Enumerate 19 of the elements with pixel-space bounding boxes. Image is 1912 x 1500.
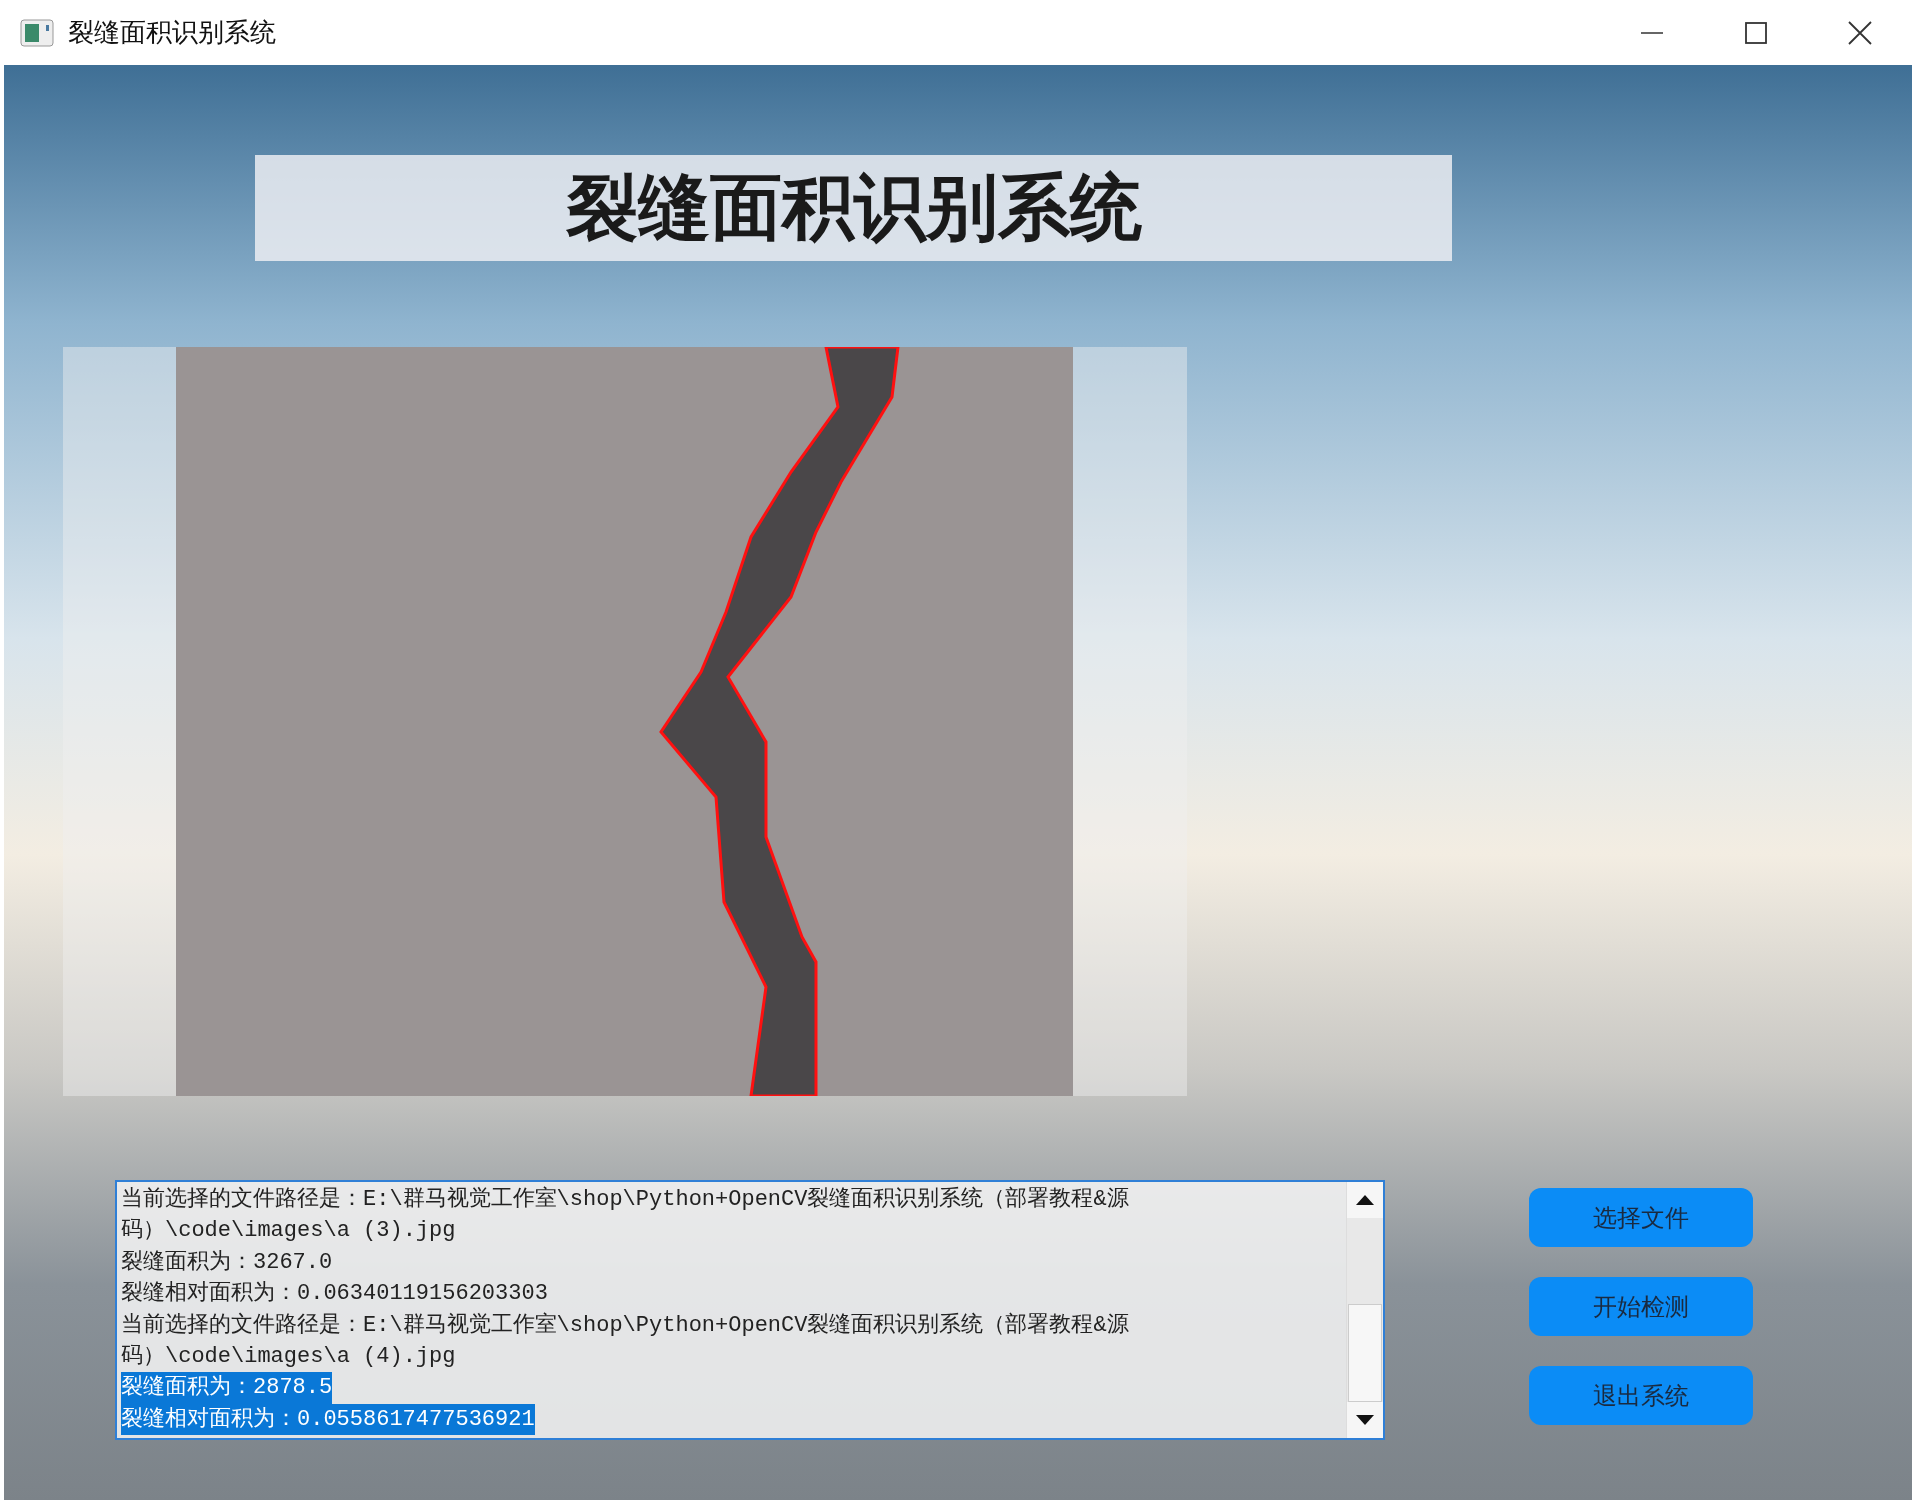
action-button[interactable]: 退出系统 bbox=[1529, 1366, 1753, 1425]
down-arrow-icon[interactable] bbox=[1356, 1415, 1374, 1425]
app-header: 裂缝面积识别系统 bbox=[255, 155, 1452, 261]
log-line: 裂缝面积为：3267.0 bbox=[121, 1248, 333, 1277]
log-line: 裂缝相对面积为：0.06340119156203303 bbox=[121, 1280, 548, 1309]
close-icon[interactable] bbox=[1848, 20, 1872, 45]
action-button[interactable]: 选择文件 bbox=[1529, 1188, 1753, 1247]
scroll-thumb[interactable] bbox=[1348, 1304, 1382, 1402]
up-arrow-icon[interactable] bbox=[1356, 1195, 1374, 1205]
scroll-bar[interactable] bbox=[1346, 1182, 1383, 1438]
log-line: 码）\code\images\a (4).jpg bbox=[121, 1343, 456, 1372]
log-line: 码）\code\images\a (3).jpg bbox=[121, 1217, 456, 1246]
window-title: 裂缝面积识别系统 bbox=[68, 16, 277, 49]
app-icon bbox=[20, 18, 54, 47]
log-text-area[interactable] bbox=[115, 1180, 1385, 1440]
log-line: 当前选择的文件路径是：E:\群马视觉工作室\shop\Python+OpenCV裂缝面积识别系统（部署教程&源 bbox=[121, 1311, 1129, 1340]
log-line: 当前选择的文件路径是：E:\群马视觉工作室\shop\Python+OpenCV裂缝面积识别系统（部署教程&源 bbox=[121, 1185, 1129, 1214]
maximize-icon[interactable] bbox=[1744, 20, 1768, 45]
action-button[interactable]: 开始检测 bbox=[1529, 1277, 1753, 1336]
